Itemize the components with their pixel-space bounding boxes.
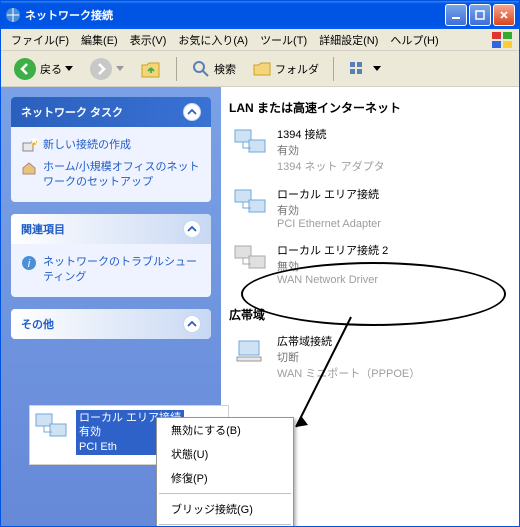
panel-header-other[interactable]: その他 [11, 309, 211, 339]
connection-name: 広帯域接続 [277, 333, 420, 349]
panel-network-tasks: ネットワーク タスク ★ 新しい接続の作成 ホーム/小規模オフィスのネットワーク… [11, 97, 211, 202]
home-network-icon [21, 160, 37, 176]
connection-icon [233, 126, 269, 160]
connection-item[interactable]: ローカル エリア接続 2 無効 WAN Network Driver [229, 236, 511, 292]
search-label: 検索 [214, 61, 236, 77]
link-label: ホーム/小規模オフィスのネットワークのセットアップ [43, 160, 201, 191]
menubar: ファイル(F) 編集(E) 表示(V) お気に入り(A) ツール(T) 詳細設定… [1, 29, 519, 51]
panel-header-related[interactable]: 関連項目 [11, 214, 211, 244]
menu-view[interactable]: 表示(V) [124, 30, 173, 50]
folders-icon [252, 59, 272, 79]
connection-status: 有効 [277, 142, 385, 158]
menu-item-disable[interactable]: 無効にする(B) [157, 418, 293, 442]
link-label: ネットワークのトラブルシューティング [43, 255, 201, 286]
connection-status: 有効 [277, 202, 381, 218]
window: ネットワーク接続 ファイル(F) 編集(E) 表示(V) お気に入り(A) ツー… [0, 0, 520, 527]
connection-device: 1394 ネット アダプタ [277, 158, 385, 174]
section-title-broadband: 広帯域 [229, 302, 511, 327]
back-icon [13, 57, 37, 81]
panel-title: その他 [21, 316, 54, 332]
menu-file[interactable]: ファイル(F) [5, 30, 75, 50]
menu-item-repair[interactable]: 修復(P) [157, 466, 293, 490]
link-troubleshoot[interactable]: i ネットワークのトラブルシューティング [21, 252, 201, 289]
broadband-icon [233, 333, 269, 367]
panel-header-tasks[interactable]: ネットワーク タスク [11, 97, 211, 127]
menu-advanced[interactable]: 詳細設定(N) [313, 30, 384, 50]
connection-name: 1394 接続 [277, 126, 385, 142]
connection-icon [233, 186, 269, 220]
collapse-icon [183, 103, 201, 121]
content-area: ネットワーク タスク ★ 新しい接続の作成 ホーム/小規模オフィスのネットワーク… [1, 87, 519, 526]
menu-tools[interactable]: ツール(T) [254, 30, 313, 50]
new-connection-icon: ★ [21, 138, 37, 154]
section-title-lan: LAN または高速インターネット [229, 95, 511, 120]
windows-flag-icon [491, 31, 515, 49]
connection-item[interactable]: 広帯域接続 切断 WAN ミニポート（PPPOE） [229, 327, 511, 387]
svg-text:★: ★ [29, 138, 37, 147]
maximize-button[interactable] [469, 4, 491, 26]
menu-item-bridge[interactable]: ブリッジ接続(G) [157, 497, 293, 521]
toolbar: 戻る 検索 フォルダ [1, 51, 519, 87]
connection-item[interactable]: ローカル エリア接続 有効 PCI Ethernet Adapter [229, 180, 511, 236]
chevron-down-icon [65, 66, 73, 72]
connection-status: 切断 [277, 349, 420, 365]
back-label: 戻る [40, 61, 62, 77]
menu-edit[interactable]: 編集(E) [75, 30, 124, 50]
panel-related: 関連項目 i ネットワークのトラブルシューティング [11, 214, 211, 297]
info-icon: i [21, 255, 37, 271]
panel-title: 関連項目 [21, 221, 65, 237]
connection-name: ローカル エリア接続 [277, 186, 381, 202]
panel-other: その他 [11, 309, 211, 339]
views-button[interactable] [342, 56, 387, 82]
chevron-down-icon [116, 66, 124, 72]
folders-button[interactable]: フォルダ [246, 56, 325, 82]
connection-disabled-icon [233, 242, 269, 276]
collapse-icon [183, 315, 201, 333]
folders-label: フォルダ [275, 61, 319, 77]
connection-device: WAN Network Driver [277, 274, 388, 286]
link-home-office-setup[interactable]: ホーム/小規模オフィスのネットワークのセットアップ [21, 157, 201, 194]
context-menu: 無効にする(B) 状態(U) 修復(P) ブリッジ接続(G) ショートカットの作… [156, 417, 294, 526]
panel-title: ネットワーク タスク [21, 104, 123, 120]
chevron-down-icon [373, 66, 381, 72]
window-title: ネットワーク接続 [25, 7, 443, 23]
connection-device: WAN ミニポート（PPPOE） [277, 365, 420, 381]
connection-item[interactable]: 1394 接続 有効 1394 ネット アダプタ [229, 120, 511, 180]
menu-separator [159, 493, 291, 494]
connection-status: 無効 [277, 258, 388, 274]
connection-device: PCI Ethernet Adapter [277, 218, 381, 230]
folder-up-icon [140, 58, 162, 80]
search-icon [191, 59, 211, 79]
network-app-icon [5, 7, 21, 23]
minimize-button[interactable] [445, 4, 467, 26]
back-button[interactable]: 戻る [7, 54, 79, 84]
forward-button[interactable] [83, 54, 130, 84]
close-button[interactable] [493, 4, 515, 26]
menu-favorites[interactable]: お気に入り(A) [172, 30, 254, 50]
titlebar: ネットワーク接続 [1, 1, 519, 29]
menu-help[interactable]: ヘルプ(H) [384, 30, 444, 50]
menu-separator [159, 524, 291, 525]
search-button[interactable]: 検索 [185, 56, 242, 82]
link-label: 新しい接続の作成 [43, 138, 131, 153]
connection-name: ローカル エリア接続 2 [277, 242, 388, 258]
toolbar-separator [176, 57, 177, 81]
menu-item-status[interactable]: 状態(U) [157, 442, 293, 466]
views-icon [348, 59, 370, 79]
collapse-icon [183, 220, 201, 238]
up-button[interactable] [134, 55, 168, 83]
link-new-connection[interactable]: ★ 新しい接続の作成 [21, 135, 201, 157]
forward-icon [89, 57, 113, 81]
toolbar-separator [333, 57, 334, 81]
connection-icon [34, 410, 70, 444]
